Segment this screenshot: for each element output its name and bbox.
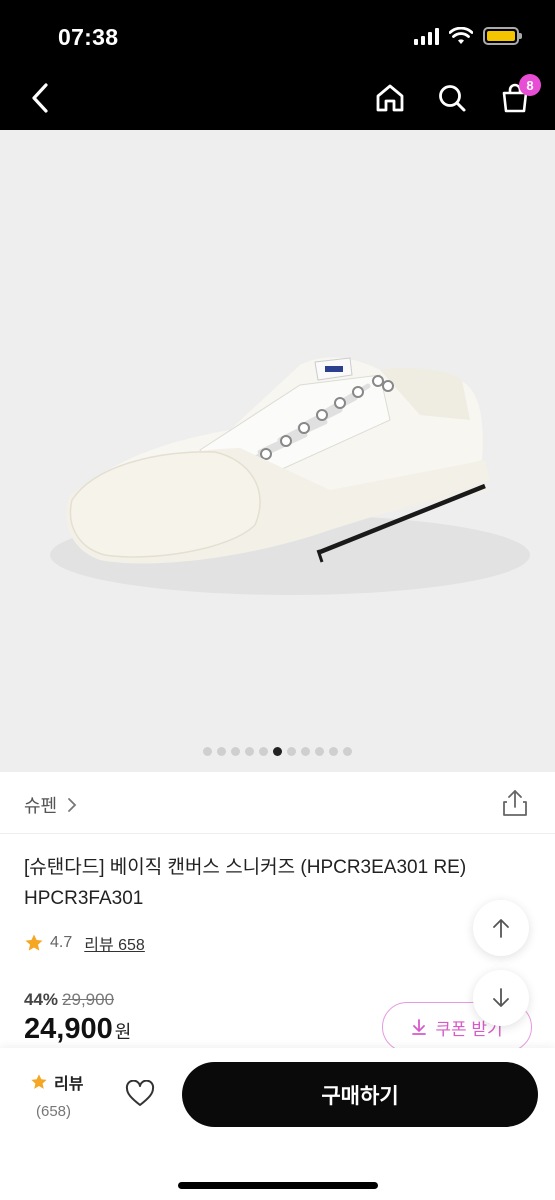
chevron-left-icon: [32, 83, 48, 113]
carousel-dot[interactable]: [245, 747, 254, 756]
brand-link[interactable]: 슈펜: [24, 792, 77, 818]
heart-icon: [125, 1080, 155, 1106]
cart-button[interactable]: 8: [495, 74, 541, 118]
top-bar: 07:38 8: [0, 0, 555, 130]
sale-price-row: 24,900 원: [24, 1013, 131, 1046]
sale-price: 24,900: [24, 1013, 113, 1045]
status-icons: [414, 27, 522, 45]
brand-row: 슈펜: [0, 772, 555, 834]
scroll-up-button[interactable]: [473, 900, 529, 956]
cart-count-badge: 8: [519, 74, 541, 96]
rating-row: 4.7 리뷰 658: [24, 931, 145, 955]
carousel-indicator: [0, 747, 555, 756]
home-button[interactable]: [370, 78, 410, 118]
carousel-dot[interactable]: [301, 747, 310, 756]
status-time: 07:38: [58, 24, 119, 50]
back-button[interactable]: [24, 78, 56, 118]
carousel-dot[interactable]: [287, 747, 296, 756]
currency-unit: 원: [114, 1022, 132, 1042]
star-icon: [31, 1074, 47, 1089]
cellular-signal-icon: [414, 27, 439, 45]
review-summary[interactable]: 리뷰 (658): [30, 1070, 83, 1120]
carousel-dot[interactable]: [203, 747, 212, 756]
star-icon: [25, 934, 43, 951]
carousel-dot[interactable]: [217, 747, 226, 756]
search-button[interactable]: [432, 78, 472, 118]
arrow-down-icon: [493, 988, 509, 1007]
product-image: [50, 357, 530, 595]
home-icon: [376, 84, 404, 112]
share-button[interactable]: [501, 788, 529, 818]
carousel-dot[interactable]: [259, 747, 268, 756]
discount-rate: 44%: [24, 990, 59, 1009]
search-icon: [439, 85, 466, 112]
carousel-dot[interactable]: [343, 747, 352, 756]
review-label: 리뷰: [54, 1076, 84, 1093]
product-title: [슈탠다드] 베이직 캔버스 스니커즈 (HPCR3EA301 RE) HPCR…: [24, 857, 467, 909]
review-link[interactable]: 리뷰 658: [84, 931, 145, 955]
review-count: (658): [36, 1103, 72, 1120]
arrow-up-icon: [493, 919, 509, 938]
product-image-carousel[interactable]: [0, 130, 555, 772]
chevron-right-icon: [68, 798, 77, 812]
download-icon: [412, 1019, 427, 1035]
price-discount-row: 44% 29,900: [24, 990, 114, 1010]
bottom-action-bar: 리뷰 (658) 구매하기: [0, 1048, 555, 1200]
wishlist-button[interactable]: [122, 1076, 158, 1112]
scroll-down-button[interactable]: [473, 970, 529, 1026]
carousel-dot[interactable]: [315, 747, 324, 756]
battery-icon: [483, 27, 522, 45]
buy-button[interactable]: 구매하기: [182, 1062, 538, 1127]
carousel-dot[interactable]: [231, 747, 240, 756]
brand-name: 슈펜: [24, 796, 58, 816]
rating-score: 4.7: [50, 934, 73, 951]
home-indicator: [178, 1182, 378, 1189]
wifi-icon: [449, 27, 473, 44]
original-price: 29,900: [62, 990, 115, 1009]
carousel-dot[interactable]: [273, 747, 282, 756]
share-icon: [503, 790, 527, 816]
carousel-dot[interactable]: [329, 747, 338, 756]
